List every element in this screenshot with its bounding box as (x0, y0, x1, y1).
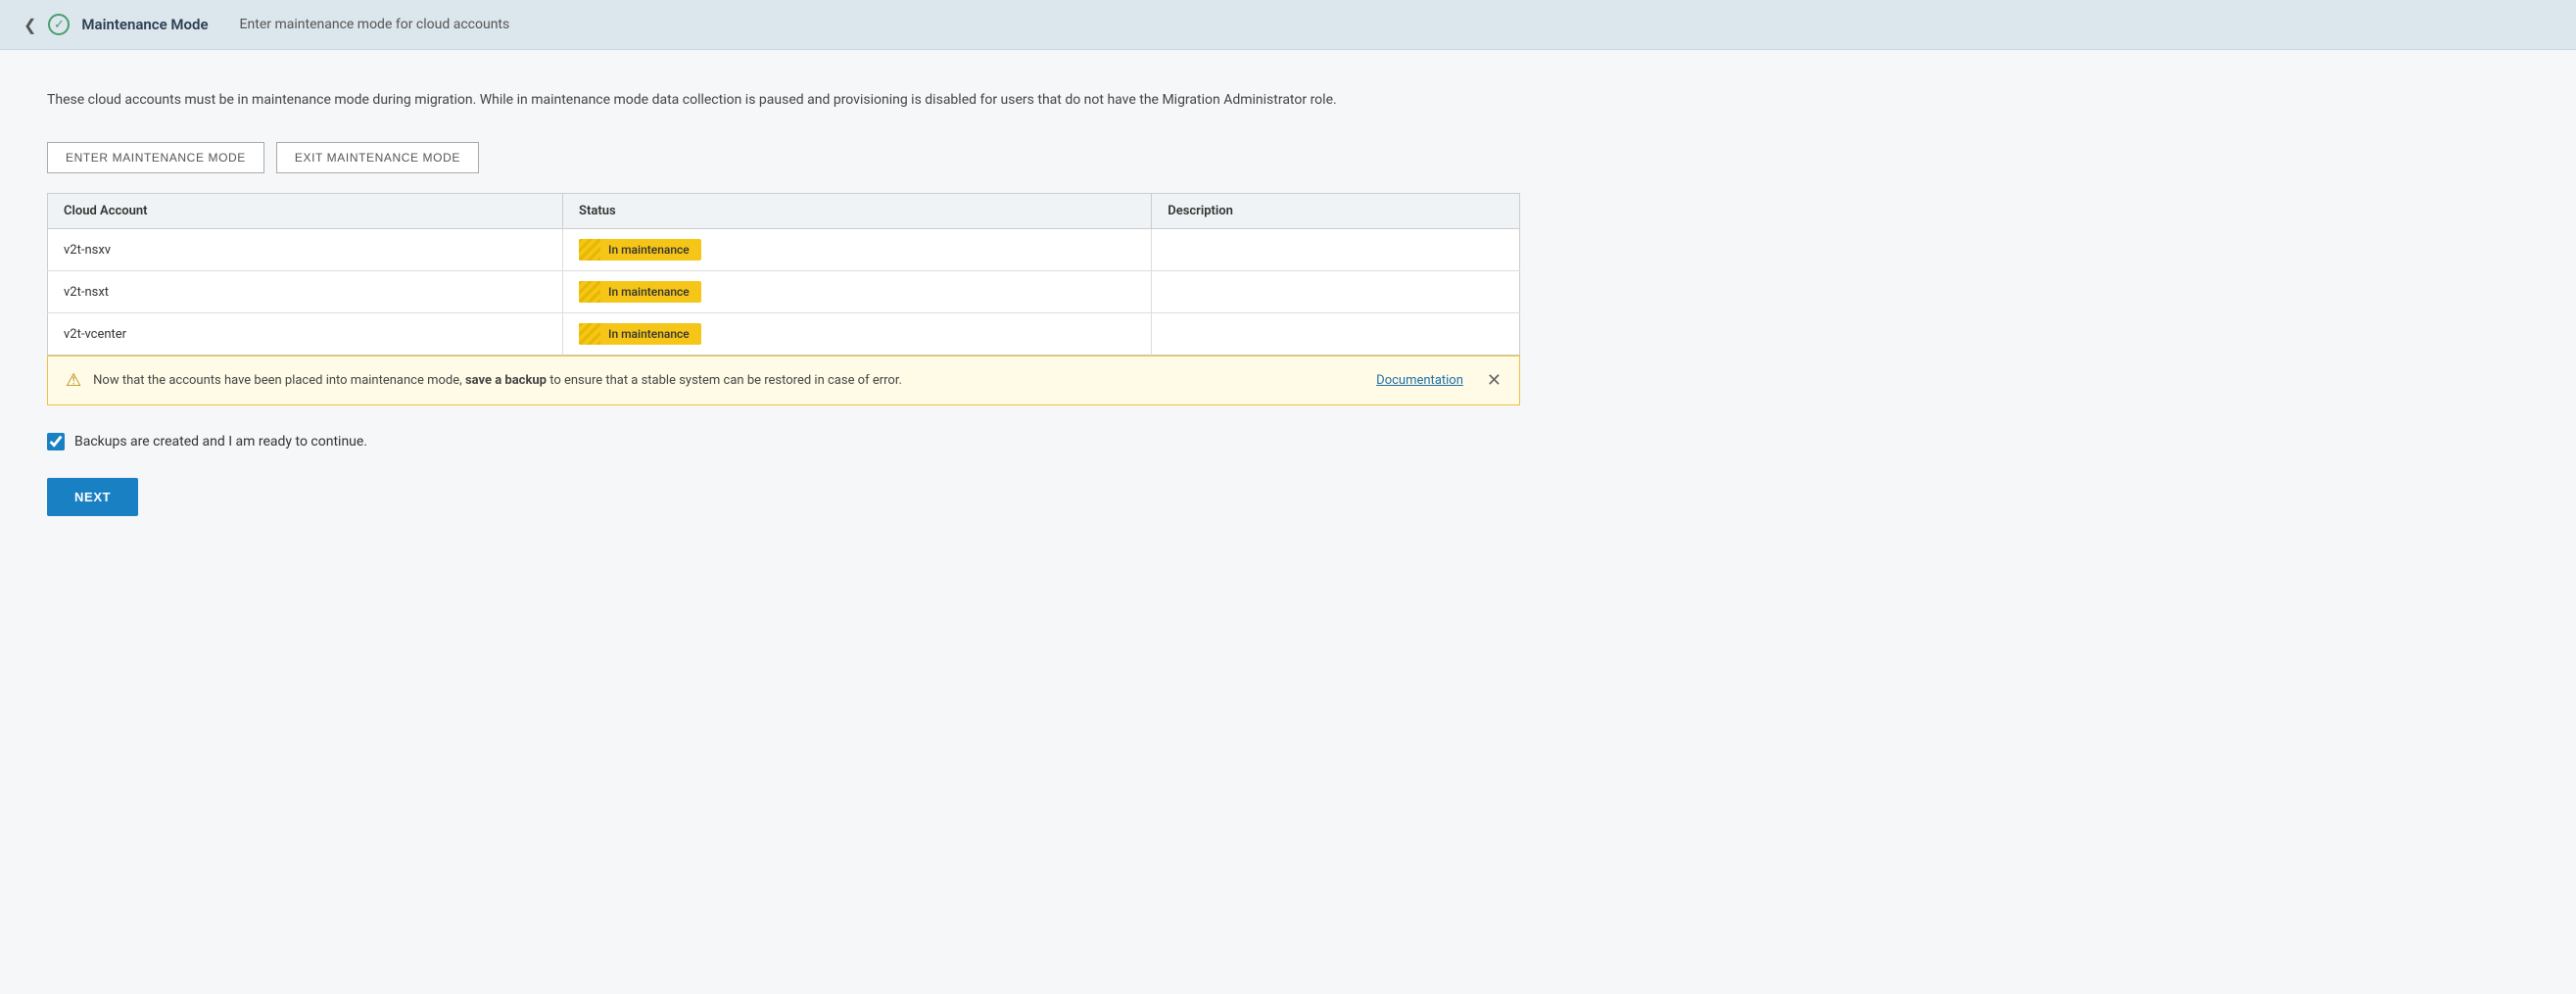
cell-status: In maintenance (563, 229, 1152, 271)
maintenance-stripes-icon (579, 239, 600, 260)
maintenance-stripes-icon (579, 281, 600, 303)
status-badge-text: In maintenance (608, 243, 690, 257)
cell-account: v2t-vcenter (48, 313, 563, 355)
next-button[interactable]: NEXT (47, 478, 138, 516)
backup-checkbox-label: Backups are created and I am ready to co… (74, 434, 367, 450)
enter-maintenance-button[interactable]: ENTER MAINTENANCE MODE (47, 142, 264, 173)
warning-text: Now that the accounts have been placed i… (93, 371, 1364, 391)
header-bar: ❮ ✓ Maintenance Mode Enter maintenance m… (0, 0, 2576, 50)
backup-checkbox-row: Backups are created and I am ready to co… (47, 433, 1520, 450)
page-subtitle: Enter maintenance mode for cloud account… (240, 17, 510, 32)
status-badge-text: In maintenance (608, 285, 690, 299)
table-row: v2t-vcenter In maintenance (48, 313, 1520, 355)
cell-status: In maintenance (563, 271, 1152, 313)
documentation-link[interactable]: Documentation (1376, 373, 1463, 388)
cloud-accounts-table: Cloud Account Status Description v2t-nsx… (47, 193, 1520, 355)
status-badge: In maintenance (579, 323, 701, 345)
warning-icon: ⚠ (66, 370, 81, 391)
cell-description (1152, 229, 1520, 271)
status-check-icon: ✓ (48, 14, 70, 35)
cell-description (1152, 313, 1520, 355)
table-row: v2t-nsxt In maintenance (48, 271, 1520, 313)
column-status: Status (563, 194, 1152, 229)
main-content: These cloud accounts must be in maintena… (0, 50, 1567, 555)
cell-status: In maintenance (563, 313, 1152, 355)
table-row: v2t-nsxv In maintenance (48, 229, 1520, 271)
cell-account: v2t-nsxt (48, 271, 563, 313)
description-text: These cloud accounts must be in maintena… (47, 89, 1418, 111)
page-title: Maintenance Mode (81, 16, 208, 33)
cell-account: v2t-nsxv (48, 229, 563, 271)
column-cloud-account: Cloud Account (48, 194, 563, 229)
status-badge: In maintenance (579, 281, 701, 303)
chevron-icon[interactable]: ❮ (24, 16, 36, 34)
close-banner-button[interactable]: ✕ (1487, 370, 1502, 391)
backup-checkbox[interactable] (47, 433, 65, 450)
action-buttons: ENTER MAINTENANCE MODE EXIT MAINTENANCE … (47, 142, 1520, 173)
status-badge-text: In maintenance (608, 327, 690, 341)
maintenance-stripes-icon (579, 323, 600, 345)
status-badge: In maintenance (579, 239, 701, 260)
cell-description (1152, 271, 1520, 313)
exit-maintenance-button[interactable]: EXIT MAINTENANCE MODE (276, 142, 479, 173)
warning-banner: ⚠ Now that the accounts have been placed… (47, 355, 1520, 405)
column-description: Description (1152, 194, 1520, 229)
